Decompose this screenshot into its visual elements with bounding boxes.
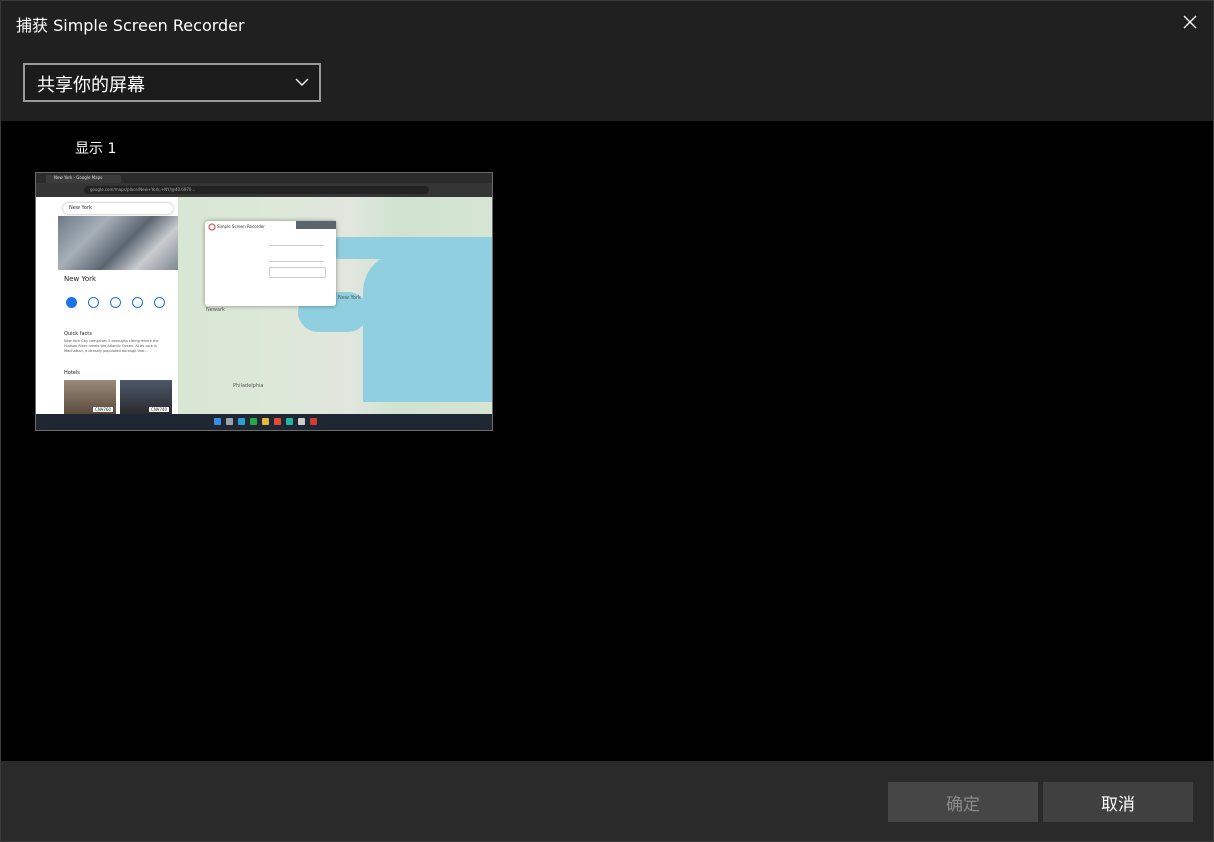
thumb-taskbar-icon [250, 418, 257, 425]
close-icon [1183, 15, 1197, 29]
thumb-map-label: Philadelphia [233, 383, 264, 389]
source-header: 共享你的屏幕 [1, 43, 1213, 121]
title-bar: 捕获 Simple Screen Recorder [1, 1, 1213, 43]
thumb-address-field: google.com/maps/place/New+York,+NY/@40.6… [84, 186, 429, 194]
thumb-taskbar-icon [298, 418, 305, 425]
thumb-send-icon [132, 297, 143, 308]
thumb-share-icon [154, 297, 165, 308]
thumb-dialog-field [269, 253, 324, 262]
thumb-taskbar-icon [262, 418, 269, 425]
thumb-hotel-card: CN¥740 [120, 380, 172, 414]
thumb-taskbar-icon [238, 418, 245, 425]
thumb-place-photo [58, 216, 178, 270]
thumb-taskbar [36, 414, 492, 430]
cancel-button[interactable]: 取消 [1043, 782, 1193, 822]
thumb-maps-rail [36, 197, 58, 414]
thumb-tab: New York - Google Maps [46, 175, 121, 183]
display-1-label: 显示 1 [75, 141, 117, 157]
chevron-down-icon [295, 78, 309, 86]
thumb-hotels-heading: Hotels [64, 370, 80, 376]
close-button[interactable] [1167, 1, 1213, 43]
thumb-start-icon [214, 418, 221, 425]
thumb-action-row [64, 297, 174, 317]
thumb-water [363, 252, 492, 402]
thumb-taskbar-icon [274, 418, 281, 425]
thumb-address-bar: google.com/maps/place/New+York,+NY/@40.6… [36, 183, 492, 197]
thumb-hotel-price: CN¥740 [149, 407, 169, 412]
thumb-recorder-dialog: Simple Screen Recorder [205, 221, 336, 306]
share-source-dropdown[interactable]: 共享你的屏幕 [23, 63, 321, 102]
thumb-water [328, 237, 492, 259]
thumb-place-panel: New York New York Quick facts New York C… [58, 197, 178, 414]
thumb-search-box: New York [63, 203, 173, 214]
thumb-place-name: New York [64, 275, 97, 283]
thumb-taskbar-icon [286, 418, 293, 425]
thumb-tab-bar: New York - Google Maps [36, 173, 492, 183]
thumb-dialog-title: Simple Screen Recorder [217, 224, 265, 229]
thumb-quick-facts-text: New York City comprises 5 boroughs sitti… [64, 339, 159, 353]
thumb-save-icon [88, 297, 99, 308]
thumb-map-label: Newark [206, 307, 225, 313]
source-list: 显示 1 New York - Google Maps google.com/m… [1, 121, 1213, 761]
dialog-footer: 确定 取消 [1, 761, 1213, 841]
thumb-taskbar-icon [310, 418, 317, 425]
thumb-dialog-controls [296, 221, 336, 229]
thumb-map-label: New York [338, 295, 361, 301]
thumb-directions-icon [66, 297, 77, 308]
window-title: 捕获 Simple Screen Recorder [16, 16, 245, 35]
thumb-quick-facts-heading: Quick facts [64, 331, 92, 337]
capture-dialog: 捕获 Simple Screen Recorder 共享你的屏幕 显示 1 Ne… [0, 0, 1214, 842]
confirm-button[interactable]: 确定 [888, 782, 1038, 822]
thumb-nearby-icon [110, 297, 121, 308]
thumb-record-icon [208, 223, 216, 231]
thumb-hotel-price: CN¥760 [93, 407, 113, 412]
display-1-thumbnail[interactable]: New York - Google Maps google.com/maps/p… [35, 172, 493, 431]
thumb-tab-title: New York - Google Maps [54, 175, 103, 180]
thumb-search-text: New York [69, 205, 92, 211]
thumb-taskbar-icon [226, 418, 233, 425]
thumb-hotel-card: CN¥760 [64, 380, 116, 414]
thumb-address-text: google.com/maps/place/New+York,+NY/@40.6… [90, 187, 196, 192]
share-source-selected: 共享你的屏幕 [37, 75, 145, 96]
thumb-dialog-field [269, 237, 324, 246]
thumb-dialog-button [269, 267, 326, 278]
